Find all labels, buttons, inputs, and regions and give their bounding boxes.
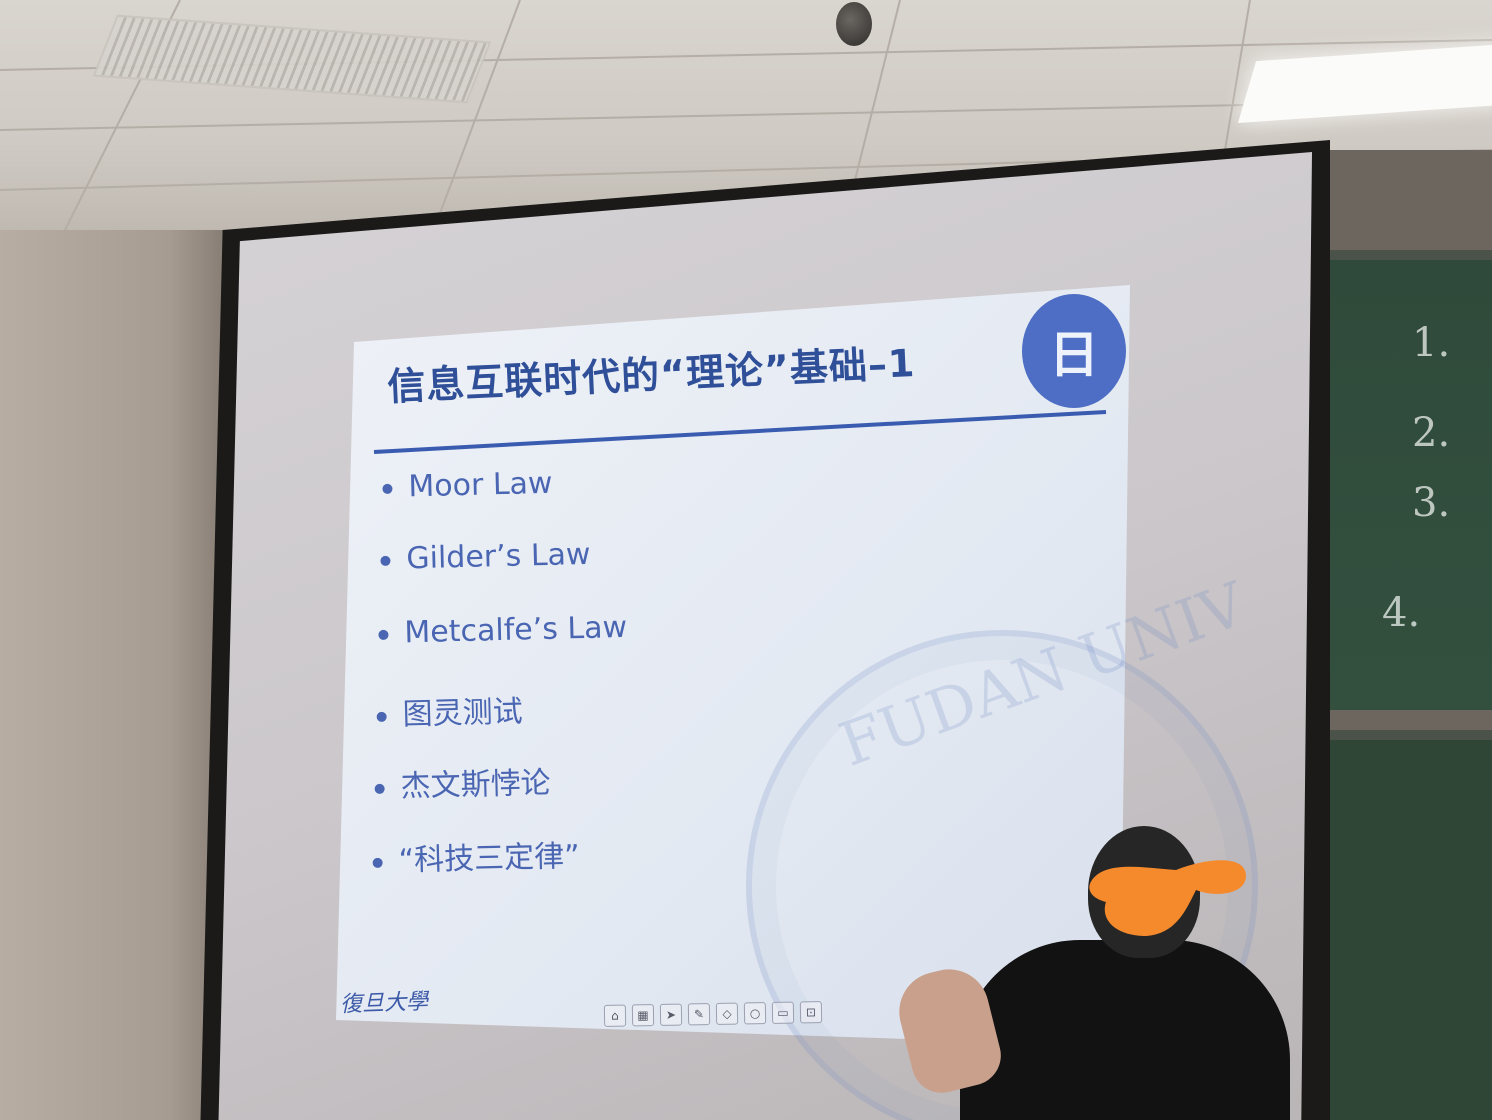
- bullet-text: Gilder’s Law: [405, 536, 591, 577]
- home-icon[interactable]: ⌂: [603, 1004, 627, 1027]
- pointer-icon[interactable]: ➤: [659, 1003, 683, 1026]
- bullet-dot-icon: [380, 555, 391, 566]
- bullet-item: 图灵测试: [376, 686, 523, 734]
- bullet-item: 杰文斯悖论: [374, 758, 551, 806]
- logo-seal-text: 日: [1049, 325, 1099, 384]
- pen-icon[interactable]: ✎: [687, 1003, 711, 1026]
- bullet-dot-icon: [374, 783, 385, 794]
- bullet-text: 图灵测试: [402, 694, 524, 733]
- footer-university-logo: 復旦大學: [339, 989, 429, 1018]
- bullet-dot-icon: [382, 483, 393, 494]
- exit-icon[interactable]: ⊡: [799, 1001, 823, 1024]
- bullet-text: 杰文斯悖论: [400, 765, 551, 805]
- fudan-logo-seal: 日: [1022, 294, 1126, 408]
- bullet-item: Gilder’s Law: [380, 537, 591, 577]
- grid-icon[interactable]: ▦: [631, 1004, 655, 1027]
- bullet-dot-icon: [378, 629, 389, 640]
- eraser-icon[interactable]: ◇: [715, 1002, 739, 1025]
- bullet-text: Metcalfe’s Law: [403, 609, 628, 651]
- bullet-item: “科技三定律”: [372, 831, 580, 880]
- bullet-item: Metcalfe’s Law: [378, 610, 627, 651]
- bullet-dot-icon: [376, 711, 387, 722]
- search-icon[interactable]: ○: [743, 1002, 767, 1025]
- projected-slide: [336, 285, 1130, 1046]
- bullet-text: “科技三定律”: [398, 838, 581, 879]
- presentation-toolbar: ⌂ ▦ ➤ ✎ ◇ ○ ▭ ⊡: [603, 996, 823, 1032]
- bullet-dot-icon: [372, 857, 383, 868]
- bullet-text: Moor Law: [407, 465, 553, 505]
- classroom-photo: 1. 2. 3. 4. FUDAN UNIV 日 信息互联时代的“理论”基础–1…: [0, 0, 1492, 1120]
- redaction-mark: [1089, 860, 1246, 936]
- bullet-item: Moor Law: [382, 466, 553, 505]
- presenter-body: [960, 940, 1290, 1120]
- comment-icon[interactable]: ▭: [771, 1001, 795, 1024]
